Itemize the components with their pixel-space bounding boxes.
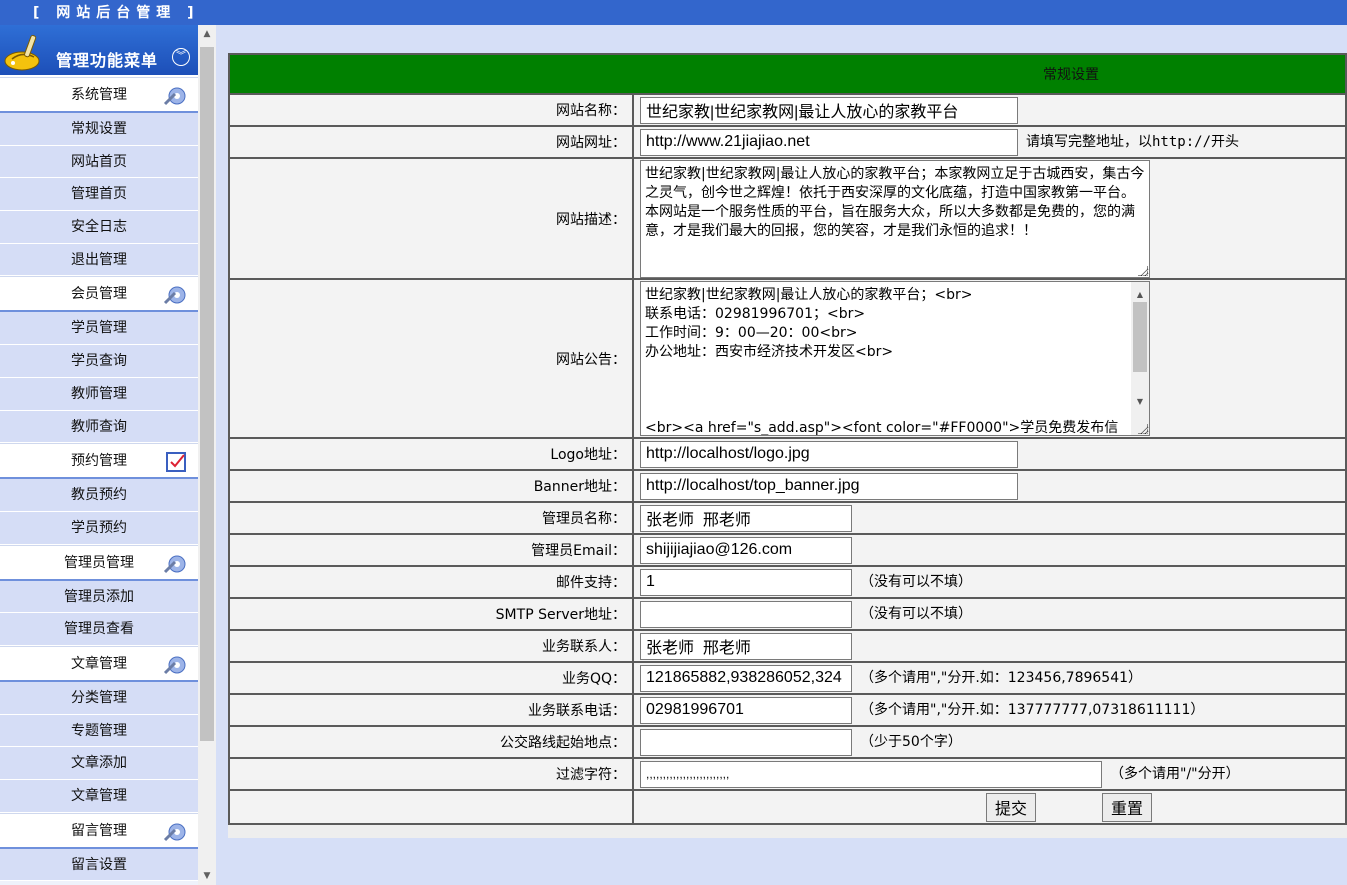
bus-start-input[interactable] [640, 728, 852, 756]
mail-support-input[interactable] [640, 568, 852, 596]
main-content: 常规设置 网站名称： 网站网址： 请填写完整地址，以http://开头 网站描述… [228, 53, 1347, 838]
left-menu: 管理功能菜单 ︾ 系统管理常规设置 网站首页 管理首页 安全日志 退出管理会员管理学员管… [0, 25, 198, 885]
collapse-icon[interactable]: ︾ [172, 48, 190, 66]
logo-input[interactable] [640, 440, 1018, 468]
button-row-spacer [228, 789, 634, 825]
scroll-up-arrow-icon[interactable]: ▲ [198, 25, 216, 43]
scrollbar-thumb[interactable] [1133, 302, 1147, 372]
filter-label: 过滤字符： [228, 757, 634, 791]
menu-group-2[interactable]: 预约管理 [0, 443, 198, 480]
notice-scrollbar[interactable]: ▲ ▼ [1131, 282, 1149, 435]
broom-logo-icon [4, 34, 40, 71]
menu-item[interactable]: 学员管理 [0, 312, 198, 346]
settings-form-table: 常规设置 网站名称： 网站网址： 请填写完整地址，以http://开头 网站描述… [228, 53, 1347, 825]
menu-item[interactable]: 留言设置 [0, 848, 198, 882]
menu-group-0[interactable]: 系统管理 [0, 77, 198, 113]
filter-note: （多个请用"/"分开） [1110, 766, 1240, 782]
menu-item[interactable]: 管理员添加 [0, 580, 198, 614]
banner-label: Banner地址： [228, 469, 634, 503]
gear-tools-icon [162, 820, 190, 844]
site-url-label: 网站网址： [228, 125, 634, 159]
menu-group-3[interactable]: 管理员管理 [0, 544, 198, 581]
phone-note: （多个请用","分开.如：137777777,07318611111） [860, 702, 1205, 718]
bus-start-label: 公交路线起始地点： [228, 725, 634, 759]
menu-item[interactable]: 专题管理 [0, 714, 198, 748]
menu-title: 管理功能菜单 [56, 51, 159, 70]
gear-tools-icon [162, 283, 190, 307]
site-name-label: 网站名称： [228, 93, 634, 127]
smtp-label: SMTP Server地址： [228, 597, 634, 631]
contact-input[interactable] [640, 632, 852, 660]
menu-item[interactable]: 学员预约 [0, 511, 198, 545]
scrollbar-thumb[interactable] [200, 47, 214, 741]
scroll-down-arrow-icon[interactable]: ▼ [198, 867, 216, 885]
smtp-input[interactable] [640, 600, 852, 628]
admin-title: [ 网站后台管理 ] [33, 5, 200, 21]
menu-group-label: 预约管理 [71, 453, 127, 470]
left-scrollbar[interactable]: ▲ ▼ [198, 25, 216, 885]
qq-label: 业务QQ： [228, 661, 634, 695]
qq-note: （多个请用","分开.如：123456,7896541） [860, 670, 1143, 686]
site-url-note: 请填写完整地址，以http://开头 [1026, 134, 1240, 150]
form-header: 常规设置 [228, 53, 1347, 95]
menu-item[interactable]: 教师查询 [0, 410, 198, 444]
menu-group-4[interactable]: 文章管理 [0, 645, 198, 682]
menu-item[interactable]: 管理员查看 [0, 613, 198, 646]
menu-item[interactable]: 学员查询 [0, 345, 198, 378]
admin-name-label: 管理员名称： [228, 501, 634, 535]
menu-group-label: 会员管理 [71, 286, 127, 303]
scroll-down-arrow-icon[interactable]: ▼ [1131, 392, 1149, 411]
resize-grip-icon[interactable] [1138, 424, 1148, 434]
submit-button[interactable]: 提交 [986, 792, 1037, 822]
smtp-note: （没有可以不填） [860, 606, 972, 622]
menu-item[interactable]: 教员预约 [0, 479, 198, 512]
mail-support-label: 邮件支持： [228, 565, 634, 599]
site-notice-label: 网站公告： [228, 278, 634, 439]
bus-start-note: （少于50个字） [860, 734, 962, 750]
gear-tools-icon [162, 84, 190, 108]
menu-group-5[interactable]: 留言管理 [0, 812, 198, 849]
menu-item[interactable]: 退出管理 [0, 243, 198, 277]
contact-label: 业务联系人： [228, 629, 634, 663]
menu-item[interactable]: 文章添加 [0, 747, 198, 780]
phone-label: 业务联系电话： [228, 693, 634, 727]
menu-group-label: 文章管理 [71, 655, 127, 672]
menu-item[interactable]: 管理首页 [0, 178, 198, 212]
gear-tools-icon [162, 552, 190, 576]
phone-input[interactable] [640, 696, 852, 724]
admin-title-bar: [ 网站后台管理 ] [0, 0, 1347, 25]
admin-email-input[interactable] [640, 536, 852, 564]
menu-item[interactable]: 网站首页 [0, 145, 198, 179]
filter-input[interactable] [640, 760, 1102, 788]
menu-header: 管理功能菜单 ︾ [0, 25, 198, 77]
site-notice-textarea[interactable]: 世纪家教|世纪家教网|最让人放心的家教平台；<br> 联系电话：02981996… [640, 281, 1150, 436]
resize-grip-icon[interactable] [1138, 265, 1148, 276]
menu-list: 系统管理常规设置 网站首页 管理首页 安全日志 退出管理会员管理学员管理 学员查询 教师管理… [0, 77, 198, 882]
menu-item[interactable]: 文章管理 [0, 780, 198, 813]
site-url-input[interactable] [640, 128, 1018, 156]
menu-group-label: 系统管理 [71, 87, 127, 103]
menu-group-label: 留言管理 [71, 822, 127, 839]
banner-input[interactable] [640, 472, 1018, 500]
mail-support-note: （没有可以不填） [860, 574, 972, 590]
reset-button[interactable]: 重置 [1102, 792, 1153, 822]
admin-name-input[interactable] [640, 504, 852, 532]
edit-note-icon [162, 450, 190, 474]
site-desc-label: 网站描述： [228, 157, 634, 280]
admin-email-label: 管理员Email： [228, 533, 634, 567]
gear-tools-icon [162, 653, 190, 677]
site-name-input[interactable] [640, 96, 1018, 124]
menu-item[interactable]: 常规设置 [0, 113, 198, 146]
menu-item[interactable]: 分类管理 [0, 681, 198, 715]
menu-group-label: 管理员管理 [64, 554, 134, 571]
logo-label: Logo地址： [228, 437, 634, 471]
site-desc-textarea[interactable]: 世纪家教|世纪家教网|最让人放心的家教平台；本家教网立足于古城西安，集古今之灵气… [640, 159, 1150, 278]
menu-item[interactable]: 教师管理 [0, 377, 198, 411]
menu-item[interactable]: 安全日志 [0, 211, 198, 244]
qq-input[interactable] [640, 664, 852, 692]
menu-group-1[interactable]: 会员管理 [0, 276, 198, 313]
